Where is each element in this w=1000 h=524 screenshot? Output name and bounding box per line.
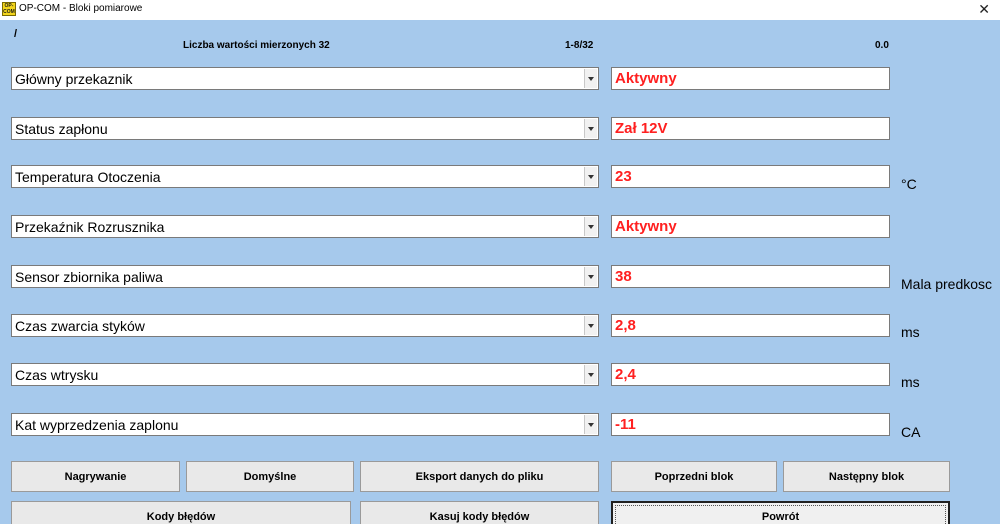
measure-value-7: 2,4 (611, 363, 890, 386)
measure-select-2[interactable]: Status zapłonu (11, 117, 599, 140)
measure-select-label: Czas wtrysku (15, 367, 99, 383)
chevron-down-icon[interactable] (584, 217, 597, 236)
header-slash: / (14, 28, 18, 40)
chevron-down-icon[interactable] (584, 415, 597, 434)
measure-value-8: -11 (611, 413, 890, 436)
block-range-label: 1-8/32 (565, 40, 594, 51)
measure-select-4[interactable]: Przekaźnik Rozrusznika (11, 215, 599, 238)
measure-value-text: 38 (615, 268, 632, 285)
measure-select-1[interactable]: Główny przekaznik (11, 67, 599, 90)
measure-select-label: Status zapłonu (15, 121, 108, 137)
measure-value-text: 23 (615, 168, 632, 185)
measure-value-2: Zał 12V (611, 117, 890, 140)
measure-value-text: Zał 12V (615, 120, 668, 137)
measure-value-text: Aktywny (615, 218, 677, 235)
measure-select-6[interactable]: Czas zwarcia styków (11, 314, 599, 337)
values-count-label: Liczba wartości mierzonych 32 (183, 40, 330, 51)
chevron-down-icon[interactable] (584, 316, 597, 335)
measure-select-label: Czas zwarcia styków (15, 318, 145, 334)
window-title: OP-COM - Bloki pomiarowe (19, 3, 143, 14)
chevron-down-icon[interactable] (584, 267, 597, 286)
measure-select-label: Przekaźnik Rozrusznika (15, 219, 165, 235)
time-label: 0.0 (875, 40, 889, 51)
clear-fault-codes-button[interactable]: Kasuj kody błędów (360, 501, 599, 524)
chevron-down-icon[interactable] (584, 119, 597, 138)
chevron-down-icon[interactable] (584, 365, 597, 384)
measure-value-1: Aktywny (611, 67, 890, 90)
measure-value-text: -11 (615, 416, 636, 433)
measure-select-label: Główny przekaznik (15, 71, 133, 87)
measure-unit-7: ms (901, 374, 920, 390)
measure-value-text: 2,4 (615, 366, 636, 383)
measure-unit-8: CA (901, 424, 921, 440)
opcom-app-icon: OP-COM (2, 2, 16, 16)
measure-value-text: Aktywny (615, 70, 677, 87)
measure-select-8[interactable]: Kat wyprzedzenia zaplonu (11, 413, 599, 436)
chevron-down-icon[interactable] (584, 69, 597, 88)
measure-select-label: Kat wyprzedzenia zaplonu (15, 417, 179, 433)
measure-value-3: 23 (611, 165, 890, 188)
export-button[interactable]: Eksport danych do pliku (360, 461, 599, 492)
measure-select-3[interactable]: Temperatura Otoczenia (11, 165, 599, 188)
measure-value-5: 38 (611, 265, 890, 288)
fault-codes-button[interactable]: Kody błędów (11, 501, 351, 524)
measure-select-label: Temperatura Otoczenia (15, 169, 161, 185)
measure-unit-5: Mala predkosc (901, 276, 993, 292)
measure-value-4: Aktywny (611, 215, 890, 238)
previous-block-button[interactable]: Poprzedni blok (611, 461, 777, 492)
measure-value-6: 2,8 (611, 314, 890, 337)
title-bar: OP-COM OP-COM - Bloki pomiarowe ✕ (0, 0, 1000, 20)
back-button[interactable]: Powrót (611, 501, 950, 524)
measure-unit-3: °C (901, 176, 917, 192)
defaults-button[interactable]: Domyślne (186, 461, 354, 492)
measure-select-label: Sensor zbiornika paliwa (15, 269, 163, 285)
chevron-down-icon[interactable] (584, 167, 597, 186)
close-icon[interactable]: ✕ (978, 1, 990, 17)
measure-select-5[interactable]: Sensor zbiornika paliwa (11, 265, 599, 288)
record-button[interactable]: Nagrywanie (11, 461, 180, 492)
measure-unit-6: ms (901, 324, 920, 340)
measure-value-text: 2,8 (615, 317, 636, 334)
next-block-button[interactable]: Następny blok (783, 461, 950, 492)
measure-select-7[interactable]: Czas wtrysku (11, 363, 599, 386)
